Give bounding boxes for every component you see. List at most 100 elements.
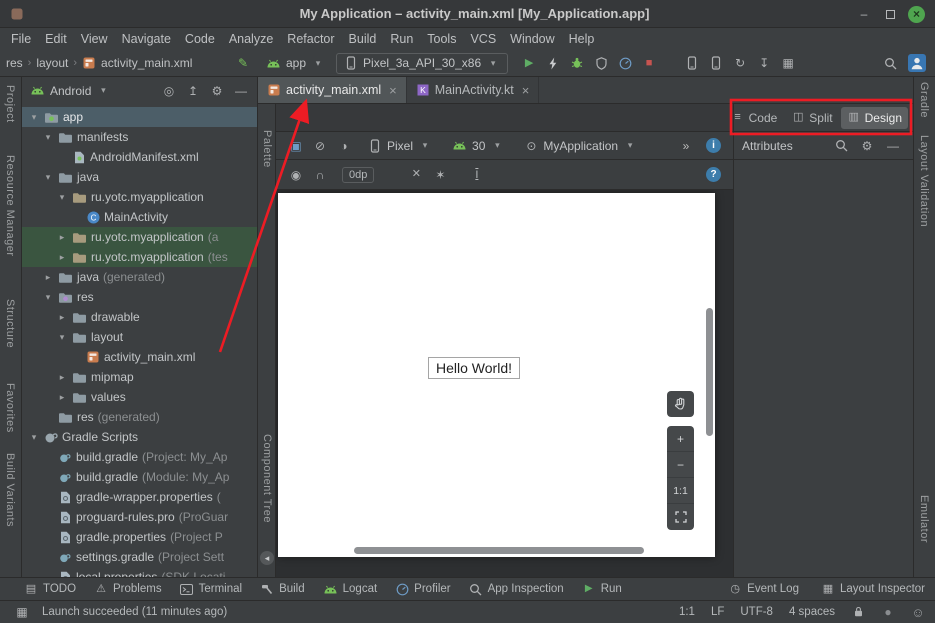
component-tree-tab[interactable]: Component Tree [261, 434, 273, 523]
hello-world-textview[interactable]: Hello World! [428, 357, 520, 379]
tree-item-settings-gradle[interactable]: settings.gradle(Project Sett [22, 547, 257, 567]
menu-navigate[interactable]: Navigate [115, 30, 178, 48]
zoom-to-fit-button[interactable] [667, 504, 694, 530]
orientation-button[interactable]: ⊘ [308, 135, 332, 157]
menu-run[interactable]: Run [383, 30, 420, 48]
chevron-right-icon[interactable]: ▸ [56, 392, 68, 403]
tree-item-java[interactable]: ▸java(generated) [22, 267, 257, 287]
toolwindow-build[interactable]: Build [260, 581, 305, 597]
notifications-button[interactable]: ● [881, 604, 895, 620]
device-manager-button[interactable] [680, 52, 704, 74]
toolwindow-event-log[interactable]: ◷Event Log [728, 581, 799, 597]
toolwindow-tab-gradle[interactable]: Gradle [918, 82, 930, 118]
zoom-reset-button[interactable]: 1:1 [667, 478, 694, 504]
toolwindow-logcat[interactable]: Logcat [323, 581, 378, 597]
readonly-lock-button[interactable] [851, 604, 865, 621]
tree-item-res[interactable]: ▾res [22, 287, 257, 307]
view-mode-split[interactable]: ◫Split [785, 107, 838, 129]
tree-item-gradle-scripts[interactable]: ▾Gradle Scripts [22, 427, 257, 447]
toolwindow-tab-layout-validation[interactable]: Layout Validation [918, 135, 930, 227]
tree-item-local-properties[interactable]: local.properties(SDK Locati [22, 567, 257, 577]
toolwindow-profiler[interactable]: Profiler [395, 581, 450, 597]
restore-button[interactable] [882, 6, 898, 22]
avd-manager-button[interactable] [704, 52, 728, 74]
tree-item-mipmap[interactable]: ▸mipmap [22, 367, 257, 387]
line-separator-widget[interactable]: LF [711, 606, 724, 618]
magnet-button[interactable]: ∩ [308, 164, 332, 186]
chevron-down-icon[interactable]: ▾ [42, 132, 54, 143]
run-button[interactable]: ▶ [517, 52, 541, 74]
menu-refactor[interactable]: Refactor [280, 30, 341, 48]
debug-button[interactable] [565, 52, 589, 74]
tree-item-values[interactable]: ▸values [22, 387, 257, 407]
tree-item-res[interactable]: res(generated) [22, 407, 257, 427]
tree-item-gradle-properties[interactable]: gradle.properties(Project P [22, 527, 257, 547]
menu-edit[interactable]: Edit [38, 30, 74, 48]
tree-item-activity-main-xml[interactable]: activity_main.xml [22, 347, 257, 367]
palette-tab[interactable]: Palette [261, 130, 273, 168]
chevron-down-icon[interactable]: ▾ [56, 192, 68, 203]
tree-item-manifests[interactable]: ▾manifests [22, 127, 257, 147]
toolwindow-tab-emulator[interactable]: Emulator [918, 495, 930, 543]
vertical-scrollbar[interactable] [706, 308, 713, 436]
menu-code[interactable]: Code [178, 30, 222, 48]
chevron-down-icon[interactable]: ▾ [28, 112, 40, 123]
tree-item-ru-yotc-myapplication[interactable]: ▾ru.yotc.myapplication [22, 187, 257, 207]
tab-activity_main.xml[interactable]: activity_main.xml× [258, 77, 407, 103]
tree-item-ru-yotc-myapplication[interactable]: ▸ru.yotc.myapplication(tes [22, 247, 257, 267]
theme-picker[interactable]: ⊙ MyApplication ▾ [516, 135, 645, 156]
sdk-manager-button[interactable]: ↧ [752, 52, 776, 74]
attributes-search-button[interactable] [829, 135, 853, 157]
stop-button[interactable]: ■ [637, 52, 661, 74]
hide-button[interactable]: — [229, 80, 253, 102]
tree-item-drawable[interactable]: ▸drawable [22, 307, 257, 327]
toolwindow-run[interactable]: ▶Run [582, 581, 622, 597]
gradle-sync-button[interactable]: ↻ [728, 52, 752, 74]
apply-changes-button[interactable] [541, 52, 565, 74]
menu-build[interactable]: Build [342, 30, 384, 48]
toolwindow-layout-inspector[interactable]: ▦Layout Inspector [821, 581, 925, 597]
clear-constraints-button[interactable]: ✕ [404, 164, 428, 186]
api-version-picker[interactable]: 30 ▾ [444, 135, 512, 156]
tree-item-mainactivity[interactable]: CMainActivity [22, 207, 257, 227]
locate-button[interactable]: ◎ [157, 80, 181, 102]
view-mode-code[interactable]: ≡Code [725, 107, 784, 129]
toolwindow-todo[interactable]: ▤TODO [24, 581, 76, 597]
collapse-panel-button[interactable]: ◂ [260, 551, 274, 565]
chevron-down-icon[interactable]: ▾ [42, 172, 54, 183]
project-view-selector[interactable]: Android ▾ [26, 80, 114, 101]
night-mode-button[interactable]: ◑ [332, 135, 356, 157]
toolwindow-tab-structure[interactable]: Structure [4, 299, 16, 348]
view-mode-design[interactable]: ▥Design [841, 107, 908, 129]
chevron-right-icon[interactable]: ▸ [56, 372, 68, 383]
toolwindow-app-inspection[interactable]: App Inspection [469, 581, 564, 597]
chevron-right-icon[interactable]: ▸ [56, 232, 68, 243]
close-button[interactable]: × [908, 6, 925, 23]
chevron-right-icon[interactable]: ▸ [42, 272, 54, 283]
tree-item-ru-yotc-myapplication[interactable]: ▸ru.yotc.myapplication(a [22, 227, 257, 247]
zoom-out-button[interactable]: − [667, 452, 694, 478]
help-button[interactable]: ? [706, 167, 721, 182]
issues-indicator[interactable]: i [706, 138, 721, 153]
close-icon[interactable]: × [522, 83, 530, 98]
design-surface-button[interactable]: ▣ [284, 135, 308, 157]
infer-constraints-button[interactable]: ✶ [428, 164, 452, 186]
horizontal-scrollbar[interactable] [354, 547, 644, 554]
coverage-button[interactable] [589, 52, 613, 74]
toolwindow-quick-access-button[interactable]: ▦ [10, 601, 34, 623]
toolwindow-tab-resource-manager[interactable]: Resource Manager [4, 155, 16, 257]
encoding-widget[interactable]: UTF-8 [740, 606, 773, 618]
tree-item-build-gradle[interactable]: build.gradle(Project: My_Ap [22, 447, 257, 467]
chevron-right-icon[interactable]: ▸ [56, 312, 68, 323]
device-picker[interactable]: Pixel ▾ [360, 135, 440, 156]
profile-avatar-button[interactable] [905, 52, 929, 74]
toolwindow-tab-build-variants[interactable]: Build Variants [4, 453, 16, 527]
tree-item-layout[interactable]: ▾layout [22, 327, 257, 347]
feedback-smiley-button[interactable]: ☺ [911, 604, 925, 620]
indent-widget[interactable]: 4 spaces [789, 606, 835, 618]
breadcrumb-item[interactable]: res [6, 56, 23, 70]
chevron-down-icon[interactable]: ▾ [42, 292, 54, 303]
target-device-selector[interactable]: Pixel_3a_API_30_x86 ▾ [336, 53, 508, 74]
eye-button[interactable]: ◉ [284, 164, 308, 186]
breadcrumb-item[interactable]: activity_main.xml [101, 56, 192, 70]
